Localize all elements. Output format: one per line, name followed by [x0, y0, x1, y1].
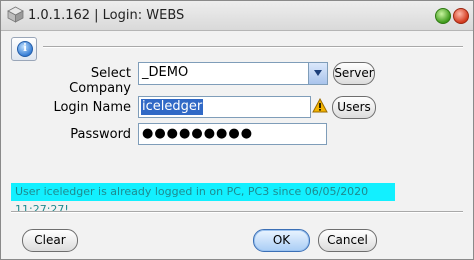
server-button[interactable]: Server	[333, 62, 375, 85]
maximize-button[interactable]	[435, 8, 451, 24]
top-separator	[43, 46, 463, 48]
app-cube-icon	[7, 6, 24, 23]
warning-icon	[312, 98, 328, 113]
login-window: 1.0.1.162 | Login: WEBS i Select Company…	[0, 0, 474, 260]
password-input[interactable]: ●●●●●●●●●	[138, 123, 327, 145]
info-icon: i	[17, 41, 33, 57]
ok-button[interactable]: OK	[253, 229, 310, 252]
status-message: User iceledger is already logged in on P…	[11, 183, 395, 216]
bottom-separator	[11, 211, 463, 213]
company-select[interactable]: _DEMO	[138, 62, 328, 85]
window-title: 1.0.1.162 | Login: WEBS	[28, 8, 185, 23]
close-button[interactable]	[453, 8, 469, 24]
title-bar[interactable]: 1.0.1.162 | Login: WEBS	[1, 1, 473, 31]
chevron-down-icon	[314, 70, 322, 76]
clear-button[interactable]: Clear	[22, 229, 78, 252]
login-name-input[interactable]: iceledger	[138, 96, 311, 118]
login-name-value: iceledger	[141, 99, 204, 115]
company-dropdown-button[interactable]	[308, 63, 327, 84]
cancel-button[interactable]: Cancel	[318, 229, 377, 252]
users-button[interactable]: Users	[332, 96, 376, 119]
company-label: Select Company	[69, 66, 131, 96]
info-button[interactable]: i	[11, 37, 37, 61]
password-mask: ●●●●●●●●●	[142, 126, 254, 141]
login-name-label: Login Name	[53, 100, 131, 115]
password-label: Password	[70, 127, 131, 142]
company-select-value: _DEMO	[142, 65, 189, 80]
